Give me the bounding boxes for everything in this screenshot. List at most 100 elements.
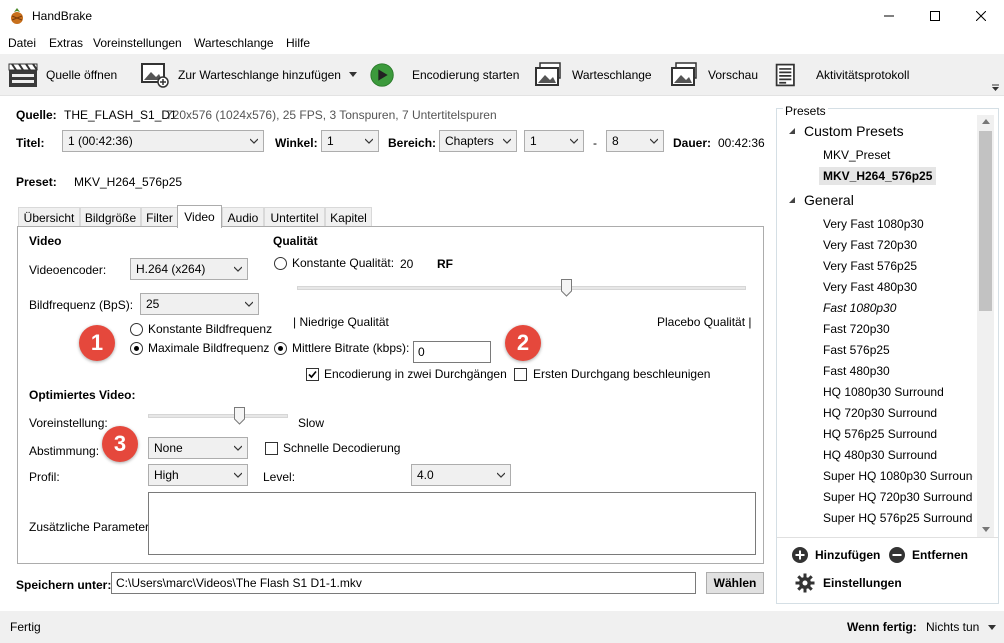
bitrate-input[interactable]: 0 [413,341,491,363]
menu-help[interactable]: Hilfe [286,36,310,50]
preset-item[interactable]: Fast 480p30 [823,364,890,378]
scroll-down-icon[interactable] [982,527,990,532]
range-end-value: 8 [612,134,619,148]
browse-button[interactable]: Wählen [706,572,764,594]
save-path-input[interactable]: C:\Users\marc\Videos\The Flash S1 D1-1.m… [111,572,696,594]
rf-unit: RF [437,257,453,271]
preset-item[interactable]: Fast 576p25 [823,343,890,357]
presets-divider [777,537,998,538]
two-pass-checkbox[interactable] [306,368,319,381]
preset-settings-button[interactable]: Einstellungen [795,573,902,593]
activity-log-button[interactable]: Aktivitätsprotokoll [774,60,909,90]
placebo-quality-label: Placebo Qualität | [657,315,752,329]
constant-framerate-radio[interactable] [130,323,143,336]
preset-item[interactable]: HQ 576p25 Surround [823,427,937,441]
turbo-first-pass-label: Ersten Durchgang beschleunigen [533,367,711,381]
tab-chapters[interactable]: Kapitel [325,207,372,227]
expanded-triangle-icon[interactable] [788,127,796,135]
tab-summary[interactable]: Übersicht [18,207,80,227]
extra-options-label: Zusätzliche Parameter: [29,520,153,534]
preset-item[interactable]: HQ 1080p30 Surround [823,385,944,399]
fast-decode-checkbox[interactable] [265,442,278,455]
tab-filters[interactable]: Filter [141,207,178,227]
expanded-triangle-icon[interactable] [788,196,796,204]
menu-presets[interactable]: Voreinstellungen [93,36,182,50]
tab-subtitles[interactable]: Untertitel [264,207,325,227]
level-select[interactable]: 4.0 [411,464,511,486]
when-done-dropdown[interactable]: Nichts tun [926,620,979,634]
preset-item[interactable]: HQ 720p30 Surround [823,406,937,420]
general-presets-list: Very Fast 1080p30 Very Fast 720p30 Very … [823,217,973,537]
custom-presets-group[interactable]: Custom Presets [804,123,904,139]
range-type-select[interactable]: Chapters [439,130,517,152]
preset-item[interactable]: Fast 720p30 [823,322,890,336]
close-button[interactable] [958,0,1004,32]
encoder-preset-slider-thumb[interactable] [234,407,245,425]
preset-value: MKV_H264_576p25 [74,175,183,189]
queue-pictures-icon [535,62,561,86]
peak-framerate-radio[interactable] [130,342,143,355]
tab-audio[interactable]: Audio [222,207,264,227]
title-select[interactable]: 1 (00:42:36) [62,130,264,152]
preset-item[interactable]: HQ 480p30 Surround [823,448,937,462]
preset-item[interactable]: Super HQ 576p25 Surround [823,511,972,525]
queue-button[interactable]: Warteschlange [534,60,652,90]
tab-dimensions[interactable]: Bildgröße [80,207,141,227]
preset-label: Preset: [16,175,57,189]
chevron-down-icon [234,266,242,272]
menu-queue[interactable]: Warteschlange [194,36,274,50]
presets-scrollbar[interactable] [977,115,994,538]
scroll-up-icon[interactable] [982,119,990,124]
title-label: Titel: [16,136,45,150]
level-label: Level: [263,470,296,484]
preset-item[interactable]: Very Fast 720p30 [823,238,917,252]
preset-item-default[interactable]: Fast 1080p30 [823,301,896,315]
video-encoder-select[interactable]: H.264 (x264) [130,258,248,280]
preset-item[interactable]: MKV_Preset [823,148,890,162]
preset-item[interactable]: Super HQ 1080p30 Surround [823,469,973,483]
preset-item-selected[interactable]: MKV_H264_576p25 [819,167,937,185]
angle-select[interactable]: 1 [321,130,379,152]
title-bar: HandBrake [0,0,1004,32]
menu-file[interactable]: Datei [8,36,36,50]
toolbar-overflow-icon[interactable] [992,84,999,92]
tune-select[interactable]: None [148,437,248,459]
constant-quality-radio[interactable] [274,257,287,270]
open-source-button[interactable]: Quelle öffnen [8,60,117,90]
preset-item[interactable]: Very Fast 480p30 [823,280,917,294]
start-encode-button[interactable]: Encodierung starten [369,60,519,90]
preset-item[interactable]: Very Fast 576p25 [823,259,917,273]
turbo-first-pass-checkbox[interactable] [514,368,527,381]
extra-options-textarea[interactable] [148,492,756,555]
preview-button[interactable]: Vorschau [670,60,758,90]
range-start-select[interactable]: 1 [524,130,584,152]
add-to-queue-button[interactable]: Zur Warteschlange hinzufügen [140,60,357,90]
avg-bitrate-radio[interactable] [274,342,287,355]
quality-slider-thumb[interactable] [561,279,573,297]
chevron-down-icon [503,138,511,144]
tab-video[interactable]: Video [177,205,222,228]
remove-preset-button[interactable]: Entfernen [888,546,968,564]
scrollbar-thumb[interactable] [979,131,992,311]
maximize-button[interactable] [912,0,958,32]
chevron-down-icon[interactable] [988,625,996,631]
preset-item[interactable]: Very Fast 1080p30 [823,217,924,231]
profile-select[interactable]: High [148,464,248,486]
framerate-select[interactable]: 25 [140,293,259,315]
video-encoder-value: H.264 (x264) [136,262,206,276]
encoder-preset-slider[interactable] [148,414,288,418]
maximize-icon [930,11,940,21]
duration-value: 00:42:36 [718,136,765,150]
general-presets-group[interactable]: General [804,192,854,208]
quality-slider[interactable] [297,286,746,290]
menu-extras[interactable]: Extras [49,36,83,50]
chevron-down-icon[interactable] [348,72,357,78]
angle-label: Winkel: [275,136,318,150]
preset-item[interactable]: Super HQ 720p30 Surround [823,490,972,504]
rf-value: 20 [400,257,414,271]
chevron-down-icon [250,138,258,144]
add-preset-button[interactable]: Hinzufügen [791,546,880,564]
minimize-button[interactable] [866,0,912,32]
profile-label: Profil: [29,470,60,484]
range-end-select[interactable]: 8 [606,130,664,152]
